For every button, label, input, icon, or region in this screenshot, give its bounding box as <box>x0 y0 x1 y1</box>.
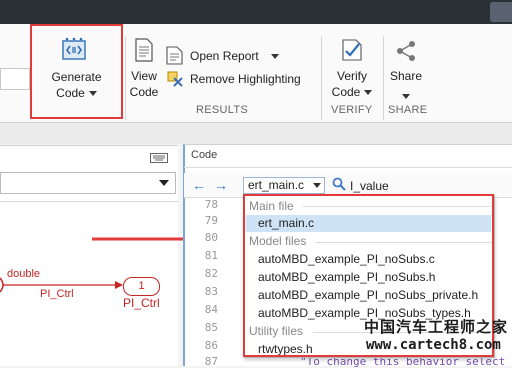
view-code-label-2: Code <box>129 85 159 99</box>
line-number: 81 <box>204 249 218 262</box>
file-item[interactable]: autoMBD_example_PI_noSubs.c <box>246 251 491 268</box>
highlight-box <box>30 24 123 119</box>
view-code-label: View <box>131 69 157 83</box>
ribbon-bottom-band <box>0 123 512 144</box>
group-model-files: Model files <box>249 234 307 248</box>
keyboard-icon[interactable] <box>150 152 168 166</box>
line-number: 84 <box>204 303 218 316</box>
divider <box>184 167 512 168</box>
line-number: 86 <box>204 339 218 352</box>
chevron-down-icon <box>313 183 321 188</box>
divider <box>0 201 178 202</box>
group-main-file: Main file <box>249 199 294 213</box>
verify-code-button[interactable]: Verify Code <box>326 36 378 102</box>
share-section-label: SHARE <box>388 104 428 116</box>
line-number: 83 <box>204 285 218 298</box>
results-section-label: RESULTS <box>196 104 249 116</box>
search-icon[interactable] <box>332 177 346 194</box>
group-utility-files: Utility files <box>249 324 304 338</box>
title-bar <box>0 0 512 24</box>
line-number: 87 <box>204 355 218 368</box>
outport-label: PI_Ctrl <box>123 296 160 310</box>
verify-code-label-2: Code <box>331 85 361 99</box>
file-item[interactable]: ert_main.c <box>246 215 491 232</box>
view-code-button[interactable]: View Code <box>127 36 161 102</box>
open-report-button[interactable]: Open Report <box>166 46 296 66</box>
file-item[interactable]: autoMBD_example_PI_noSubs.h <box>246 269 491 286</box>
outport-block[interactable]: 1 <box>123 277 160 296</box>
chevron-down-icon <box>364 90 373 96</box>
line-number: 85 <box>204 321 218 334</box>
window-tab[interactable] <box>490 2 512 22</box>
chevron-down-icon <box>402 94 410 100</box>
chevron-down-icon <box>270 54 279 60</box>
remove-highlighting-label: Remove Highlighting <box>190 72 301 86</box>
code-pane-title: Code <box>191 149 218 161</box>
signal-name-label: PI_Ctrl <box>40 288 74 300</box>
line-number: 78 <box>204 198 218 211</box>
open-report-label: Open Report <box>190 49 259 63</box>
line-number: 79 <box>204 214 218 227</box>
file-item[interactable]: autoMBD_example_PI_noSubs_private.h <box>246 287 491 304</box>
report-icon <box>166 46 183 65</box>
signal-datatype-label: double <box>7 268 41 280</box>
share-label: Share <box>389 69 423 83</box>
ribbon-input-field[interactable] <box>0 68 30 90</box>
model-browser-dropdown[interactable] <box>0 172 176 194</box>
watermark-url: www.cartech8.com <box>366 337 501 353</box>
line-number: 82 <box>204 267 218 280</box>
search-input[interactable]: I_value <box>350 179 389 193</box>
outport-number: 1 <box>138 280 145 292</box>
verify-checkmark-icon <box>342 39 362 61</box>
ribbon-divider <box>383 36 384 120</box>
verify-code-label: Verify <box>336 69 367 83</box>
watermark-text: 中国汽车工程师之家 <box>364 319 509 336</box>
verify-section-label: VERIFY <box>331 104 373 116</box>
ribbon-divider <box>321 36 322 120</box>
file-select-dropdown[interactable]: ert_main.c <box>243 177 325 194</box>
share-button[interactable]: Share <box>386 36 426 102</box>
line-number: 80 <box>204 231 218 244</box>
share-icon <box>397 41 415 61</box>
back-arrow-icon[interactable]: ← <box>192 177 206 193</box>
remove-highlighting-button[interactable]: Remove Highlighting <box>166 69 316 89</box>
file-select-value: ert_main.c <box>248 178 305 192</box>
forward-arrow-icon[interactable]: → <box>214 177 228 193</box>
document-icon <box>135 38 153 62</box>
remove-highlighting-icon <box>167 71 183 87</box>
chevron-down-icon <box>159 180 169 186</box>
